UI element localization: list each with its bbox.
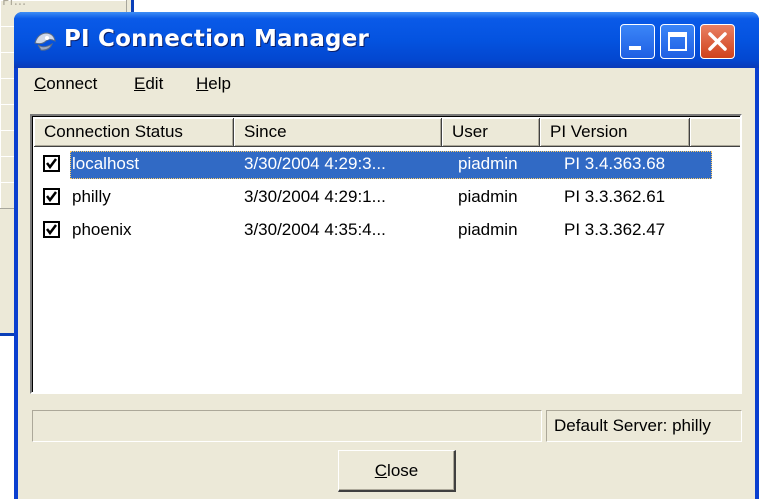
- connection-user: piadmin: [458, 154, 518, 173]
- window-title: PI Connection Manager: [64, 26, 370, 52]
- checkmark-icon: [46, 224, 57, 236]
- pi-connection-manager-window: PI Connection Manager Connect Edit Help: [14, 12, 759, 499]
- menu-help[interactable]: Help: [196, 74, 231, 94]
- menu-edit-mnemonic: E: [134, 74, 146, 93]
- column-header-since[interactable]: Since: [234, 118, 442, 147]
- close-window-button[interactable]: [700, 24, 735, 59]
- connection-name: philly: [72, 187, 111, 206]
- column-header-user[interactable]: User: [442, 118, 540, 147]
- checkmark-icon: [46, 158, 57, 170]
- connection-row-philly[interactable]: philly 3/30/2004 4:29:1... piadmin PI 3.…: [34, 182, 714, 214]
- connection-checkbox[interactable]: [43, 188, 60, 205]
- maximize-button[interactable]: [660, 24, 695, 59]
- connection-name: phoenix: [72, 220, 132, 239]
- menu-connect-mnemonic: C: [34, 74, 47, 93]
- close-button[interactable]: Close: [338, 450, 456, 492]
- connection-name: localhost: [72, 154, 140, 173]
- connection-row-localhost[interactable]: localhost 3/30/2004 4:29:3... piadmin PI…: [34, 149, 714, 181]
- checkmark-icon: [46, 191, 57, 203]
- close-button-label: lose: [387, 461, 419, 480]
- title-bar[interactable]: PI Connection Manager: [14, 12, 759, 68]
- connection-since: 3/30/2004 4:35:4...: [244, 220, 386, 239]
- connection-since: 3/30/2004 4:29:3...: [244, 154, 386, 173]
- minimize-button[interactable]: [620, 24, 655, 59]
- connection-pi-version: PI 3.3.362.47: [564, 220, 666, 239]
- background-window-label: Pr...: [2, 0, 27, 9]
- connection-since: 3/30/2004 4:29:1...: [244, 187, 386, 206]
- menu-edit-label: dit: [145, 74, 164, 93]
- maximize-icon: [668, 32, 687, 51]
- close-icon: [708, 32, 727, 51]
- connection-user: piadmin: [458, 220, 518, 239]
- minimize-icon: [629, 46, 641, 50]
- status-bar-left-pane: [32, 410, 542, 442]
- connection-user: piadmin: [458, 187, 518, 206]
- connection-row-phoenix[interactable]: phoenix 3/30/2004 4:35:4... piadmin PI 3…: [34, 215, 714, 247]
- column-header-connection-status[interactable]: Connection Status: [34, 118, 234, 147]
- connection-pi-version: PI 3.4.363.68: [564, 154, 666, 173]
- menu-help-mnemonic: H: [196, 74, 209, 93]
- menu-connect-label: onnect: [46, 74, 98, 93]
- menu-edit[interactable]: Edit: [134, 74, 163, 94]
- close-button-mnemonic: C: [374, 461, 388, 480]
- status-bar-default-server: Default Server: philly: [546, 410, 742, 442]
- menu-bar: Connect Edit Help: [18, 68, 755, 102]
- connection-checkbox[interactable]: [43, 221, 60, 238]
- column-header-pi-version[interactable]: PI Version: [540, 118, 690, 147]
- list-header: Connection Status Since User PI Version: [34, 118, 740, 147]
- app-icon: [34, 32, 56, 51]
- window-client-area: Connect Edit Help Connection Status Sinc…: [18, 68, 755, 499]
- menu-connect[interactable]: Connect: [34, 74, 97, 94]
- connections-list[interactable]: Connection Status Since User PI Version …: [30, 114, 742, 394]
- menu-help-label: elp: [208, 74, 231, 93]
- connection-pi-version: PI 3.3.362.61: [564, 187, 666, 206]
- connection-checkbox[interactable]: [43, 155, 60, 172]
- column-header-filler: [690, 118, 740, 147]
